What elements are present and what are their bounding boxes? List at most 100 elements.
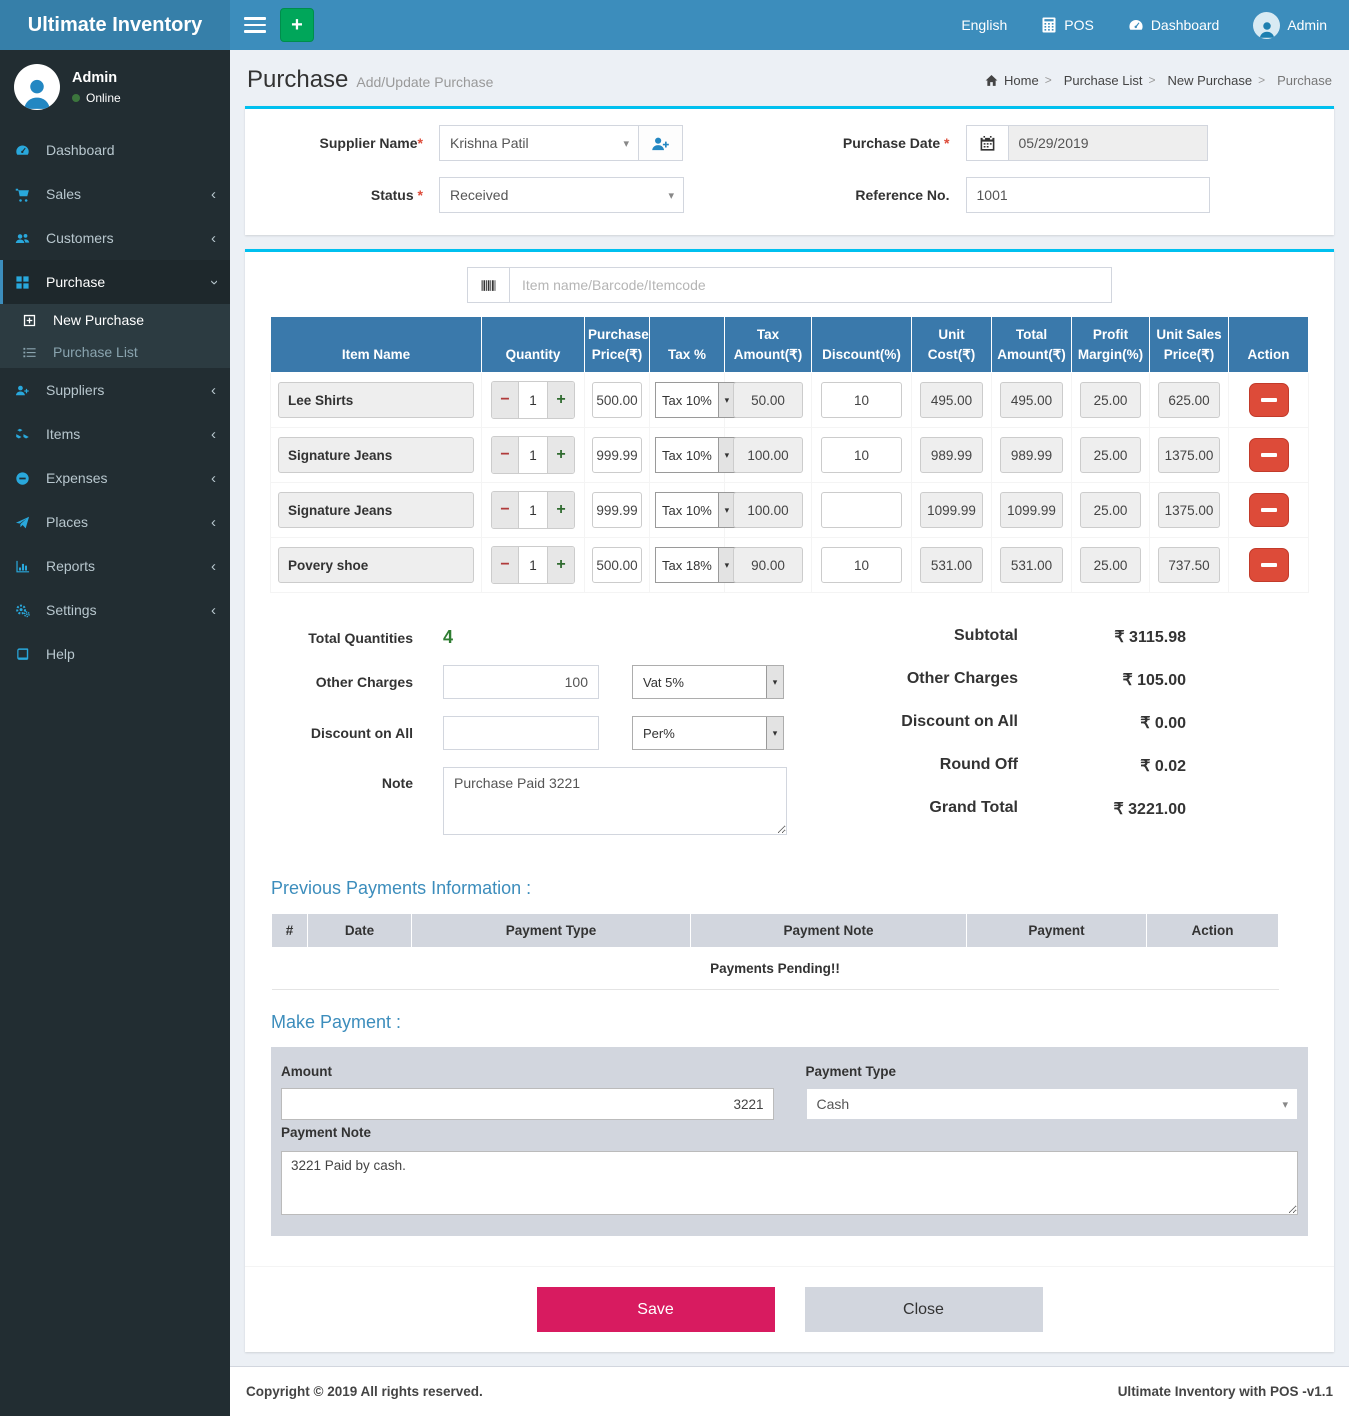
sidebar-item-purchase-list[interactable]: Purchase List — [0, 336, 230, 368]
quantity-input[interactable] — [519, 382, 547, 418]
quantity-stepper: −+ — [491, 436, 575, 474]
tax-select-value: Tax 10% — [656, 493, 718, 527]
breadcrumb: Home Purchase List New Purchase Purchase — [985, 73, 1332, 88]
remove-item-button[interactable] — [1249, 438, 1289, 472]
app-logo[interactable]: Ultimate Inventory — [0, 0, 230, 50]
chevron-left-icon: ‹ — [211, 471, 216, 486]
reference-no-input[interactable] — [966, 177, 1210, 213]
sidebar-item-label: Reports — [46, 558, 95, 574]
quantity-increase-button[interactable]: + — [547, 437, 574, 473]
item-row: −+ Tax 10%▾ — [271, 373, 1309, 428]
save-button[interactable]: Save — [537, 1287, 775, 1332]
item-search-input[interactable] — [509, 267, 1112, 303]
plus-square-icon — [22, 313, 44, 328]
sidebar-item-label: Sales — [46, 186, 81, 202]
user-menu[interactable]: Admin — [1253, 12, 1327, 39]
discount-type-value: Per% — [633, 717, 766, 749]
sidebar-menu: Dashboard Sales ‹ Customers ‹ Purchase ‹ — [0, 128, 230, 676]
grand-total-value: ₹ 3221.00 — [1018, 799, 1186, 819]
tax-select-value: Tax 10% — [656, 438, 718, 472]
pos-link[interactable]: POS — [1041, 17, 1094, 33]
unit-sales-price-field — [1158, 437, 1221, 473]
total-amount-field — [1000, 437, 1063, 473]
sidebar-item-expenses[interactable]: Expenses ‹ — [0, 456, 230, 500]
payment-note-textarea[interactable]: 3221 Paid by cash. — [281, 1151, 1298, 1215]
sidebar-item-places[interactable]: Places ‹ — [0, 500, 230, 544]
quantity-increase-button[interactable]: + — [547, 382, 574, 418]
close-button[interactable]: Close — [805, 1287, 1043, 1332]
sidebar-toggle-icon[interactable] — [244, 17, 266, 33]
content-header: PurchaseAdd/Update Purchase Home Purchas… — [245, 60, 1334, 106]
tax-select[interactable]: Tax 18%▾ — [655, 547, 736, 583]
minus-icon — [1261, 508, 1277, 512]
note-textarea[interactable]: Purchase Paid 3221 — [443, 767, 787, 835]
sidebar-item-purchase[interactable]: Purchase ‹ — [0, 260, 230, 304]
language-menu[interactable]: English — [961, 17, 1007, 33]
purchase-price-input[interactable] — [592, 382, 642, 418]
quantity-decrease-button[interactable]: − — [492, 437, 519, 473]
payment-type-select[interactable]: Cash ▾ — [806, 1088, 1299, 1120]
quantity-decrease-button[interactable]: − — [492, 547, 519, 583]
discount-input[interactable] — [821, 492, 903, 528]
remove-item-button[interactable] — [1249, 493, 1289, 527]
minus-circle-icon — [15, 471, 37, 486]
other-charges-total-value: ₹ 105.00 — [1018, 670, 1186, 690]
quantity-decrease-button[interactable]: − — [492, 492, 519, 528]
calendar-icon — [979, 135, 996, 152]
discount-type-select[interactable]: Per% ▾ — [632, 716, 784, 750]
breadcrumb-label: New Purchase — [1168, 73, 1253, 88]
sidebar-item-settings[interactable]: Settings ‹ — [0, 588, 230, 632]
quantity-input[interactable] — [519, 492, 547, 528]
discount-on-all-input[interactable] — [443, 716, 599, 750]
tax-select[interactable]: Tax 10%▾ — [655, 437, 736, 473]
status-label: Status * — [263, 187, 423, 203]
users-icon — [15, 231, 37, 246]
col-tax: Tax % — [650, 317, 725, 373]
quantity-input[interactable] — [519, 547, 547, 583]
breadcrumb-label: Purchase — [1277, 73, 1332, 88]
sidebar-item-new-purchase[interactable]: New Purchase — [0, 304, 230, 336]
sidebar-item-help[interactable]: Help — [0, 632, 230, 676]
quantity-increase-button[interactable]: + — [547, 492, 574, 528]
quick-add-button[interactable]: + — [280, 8, 314, 42]
add-supplier-button[interactable] — [639, 125, 683, 161]
sidebar-item-reports[interactable]: Reports ‹ — [0, 544, 230, 588]
tax-select[interactable]: Tax 10%▾ — [655, 382, 736, 418]
supplier-select[interactable]: Krishna Patil ▾ — [439, 125, 639, 161]
sidebar-item-label: Help — [46, 646, 75, 662]
purchase-price-input[interactable] — [592, 492, 642, 528]
dashboard-link[interactable]: Dashboard — [1128, 17, 1220, 33]
discount-input[interactable] — [821, 437, 903, 473]
sidebar-item-sales[interactable]: Sales ‹ — [0, 172, 230, 216]
quantity-increase-button[interactable]: + — [547, 547, 574, 583]
cubes-icon — [15, 427, 37, 442]
remove-item-button[interactable] — [1249, 548, 1289, 582]
item-search-group — [467, 267, 1112, 303]
status-select[interactable]: Received ▾ — [439, 177, 684, 213]
breadcrumb-home[interactable]: Home — [985, 73, 1039, 88]
other-charges-input[interactable] — [443, 665, 599, 699]
quantity-decrease-button[interactable]: − — [492, 382, 519, 418]
tax-select[interactable]: Tax 10%▾ — [655, 492, 736, 528]
dashboard-icon — [1128, 17, 1144, 33]
page-title-text: Purchase — [247, 66, 348, 93]
sidebar-item-suppliers[interactable]: Suppliers ‹ — [0, 368, 230, 412]
sidebar-item-customers[interactable]: Customers ‹ — [0, 216, 230, 260]
sidebar-item-items[interactable]: Items ‹ — [0, 412, 230, 456]
remove-item-button[interactable] — [1249, 383, 1289, 417]
app-window: Ultimate Inventory + English POS Dashboa… — [0, 0, 1349, 1416]
discount-input[interactable] — [821, 547, 903, 583]
navbar-links: English POS Dashboard Admin — [961, 12, 1341, 39]
sidebar-item-label: Dashboard — [46, 142, 115, 158]
sidebar-item-dashboard[interactable]: Dashboard — [0, 128, 230, 172]
breadcrumb-new-purchase[interactable]: New Purchase — [1149, 73, 1253, 88]
purchase-price-input[interactable] — [592, 547, 642, 583]
quantity-input[interactable] — [519, 437, 547, 473]
purchase-date-input[interactable] — [1008, 125, 1208, 161]
purchase-price-input[interactable] — [592, 437, 642, 473]
amount-input[interactable] — [281, 1088, 774, 1120]
discount-input[interactable] — [821, 382, 903, 418]
pos-label: POS — [1064, 17, 1094, 33]
other-charges-tax-select[interactable]: Vat 5% ▾ — [632, 665, 784, 699]
breadcrumb-purchase-list[interactable]: Purchase List — [1045, 73, 1143, 88]
